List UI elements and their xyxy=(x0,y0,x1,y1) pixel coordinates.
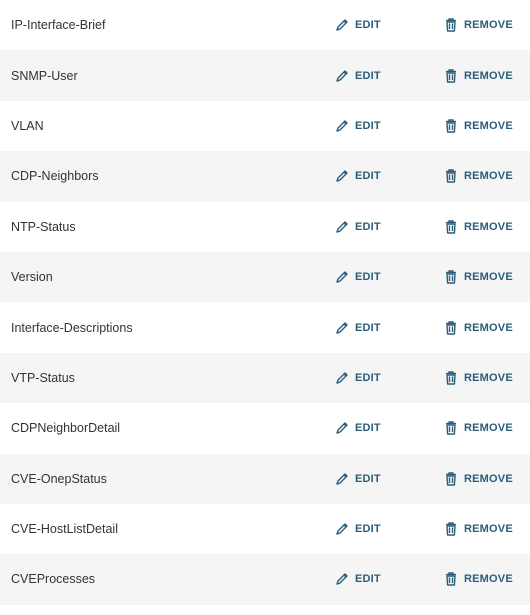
pencil-icon xyxy=(334,219,350,235)
item-name: SNMP-User xyxy=(11,68,78,83)
edit-label: EDIT xyxy=(355,119,381,132)
remove-button[interactable]: REMOVE xyxy=(443,420,513,436)
remove-label: REMOVE xyxy=(464,271,513,284)
trash-icon xyxy=(443,269,459,285)
item-name: CVE-HostListDetail xyxy=(11,522,118,537)
remove-button[interactable]: REMOVE xyxy=(443,118,513,134)
list-item: Version EDIT REMOVE xyxy=(0,251,530,303)
trash-icon xyxy=(443,118,459,134)
remove-label: REMOVE xyxy=(464,19,513,32)
remove-label: REMOVE xyxy=(464,371,513,384)
edit-label: EDIT xyxy=(355,220,381,233)
edit-button[interactable]: EDIT xyxy=(334,17,381,33)
list-item: CVE-HostListDetail EDIT REMOVE xyxy=(0,503,530,555)
trash-icon xyxy=(443,370,459,386)
remove-label: REMOVE xyxy=(464,472,513,485)
trash-icon xyxy=(443,521,459,537)
list-item: CDPNeighborDetail EDIT REMOVE xyxy=(0,403,530,454)
remove-button[interactable]: REMOVE xyxy=(443,269,513,285)
pencil-icon xyxy=(334,168,350,184)
edit-button[interactable]: EDIT xyxy=(334,420,381,436)
trash-icon xyxy=(443,168,459,184)
item-name: CDPNeighborDetail xyxy=(11,421,121,436)
edit-button[interactable]: EDIT xyxy=(334,320,381,336)
remove-button[interactable]: REMOVE xyxy=(443,68,513,84)
trash-icon xyxy=(443,17,459,33)
pencil-icon xyxy=(334,521,350,537)
command-list: IP-Interface-Brief EDIT REMOVE SNMP-User… xyxy=(0,0,530,615)
item-name: CDP-Neighbors xyxy=(11,169,99,184)
remove-label: REMOVE xyxy=(464,220,513,233)
edit-button[interactable]: EDIT xyxy=(334,471,381,487)
edit-button[interactable]: EDIT xyxy=(334,521,381,537)
item-name: NTP-Status xyxy=(11,219,76,234)
item-name: VTP-Status xyxy=(11,370,75,385)
trash-icon xyxy=(443,68,459,84)
list-item: VTP-Status EDIT REMOVE xyxy=(0,352,530,404)
remove-label: REMOVE xyxy=(464,119,513,132)
item-name: CVEProcesses xyxy=(11,572,96,587)
edit-label: EDIT xyxy=(355,321,381,334)
pencil-icon xyxy=(334,68,350,84)
edit-label: EDIT xyxy=(355,523,381,536)
trash-icon xyxy=(443,320,459,336)
trash-icon xyxy=(443,420,459,436)
pencil-icon xyxy=(334,420,350,436)
pencil-icon xyxy=(334,17,350,33)
edit-button[interactable]: EDIT xyxy=(334,571,381,587)
edit-label: EDIT xyxy=(355,69,381,82)
item-name: Version xyxy=(11,270,53,285)
edit-button[interactable]: EDIT xyxy=(334,219,381,235)
remove-label: REMOVE xyxy=(464,69,513,82)
remove-button[interactable]: REMOVE xyxy=(443,168,513,184)
remove-button[interactable]: REMOVE xyxy=(443,571,513,587)
edit-button[interactable]: EDIT xyxy=(334,370,381,386)
list-item: IP-Interface-Brief EDIT REMOVE xyxy=(0,0,530,51)
list-item: CVE-OnepStatus EDIT REMOVE xyxy=(0,453,530,504)
edit-label: EDIT xyxy=(355,422,381,435)
remove-button[interactable]: REMOVE xyxy=(443,17,513,33)
edit-label: EDIT xyxy=(355,573,381,586)
remove-button[interactable]: REMOVE xyxy=(443,219,513,235)
pencil-icon xyxy=(334,269,350,285)
list-item: SNMP-User EDIT REMOVE xyxy=(0,50,530,101)
edit-button[interactable]: EDIT xyxy=(334,118,381,134)
edit-label: EDIT xyxy=(355,170,381,183)
list-item: CDP-Neighbors EDIT REMOVE xyxy=(0,151,530,202)
list-item: Interface-Descriptions EDIT REMOVE xyxy=(0,302,530,353)
edit-label: EDIT xyxy=(355,19,381,32)
edit-label: EDIT xyxy=(355,271,381,284)
item-name: Interface-Descriptions xyxy=(11,320,133,335)
edit-button[interactable]: EDIT xyxy=(334,68,381,84)
edit-label: EDIT xyxy=(355,472,381,485)
remove-button[interactable]: REMOVE xyxy=(443,370,513,386)
pencil-icon xyxy=(334,370,350,386)
remove-label: REMOVE xyxy=(464,523,513,536)
edit-button[interactable]: EDIT xyxy=(334,269,381,285)
pencil-icon xyxy=(334,471,350,487)
trash-icon xyxy=(443,571,459,587)
pencil-icon xyxy=(334,571,350,587)
remove-label: REMOVE xyxy=(464,170,513,183)
list-item: CVEProcesses EDIT REMOVE xyxy=(0,554,530,605)
list-item: VLAN EDIT REMOVE xyxy=(0,100,530,152)
edit-label: EDIT xyxy=(355,371,381,384)
item-name: CVE-OnepStatus xyxy=(11,471,107,486)
remove-label: REMOVE xyxy=(464,573,513,586)
trash-icon xyxy=(443,219,459,235)
item-name: IP-Interface-Brief xyxy=(11,18,106,33)
pencil-icon xyxy=(334,320,350,336)
remove-button[interactable]: REMOVE xyxy=(443,471,513,487)
list-item: NTP-Status EDIT REMOVE xyxy=(0,201,530,252)
item-name: VLAN xyxy=(11,118,44,133)
remove-label: REMOVE xyxy=(464,321,513,334)
edit-button[interactable]: EDIT xyxy=(334,168,381,184)
remove-button[interactable]: REMOVE xyxy=(443,521,513,537)
pencil-icon xyxy=(334,118,350,134)
remove-button[interactable]: REMOVE xyxy=(443,320,513,336)
trash-icon xyxy=(443,471,459,487)
remove-label: REMOVE xyxy=(464,422,513,435)
